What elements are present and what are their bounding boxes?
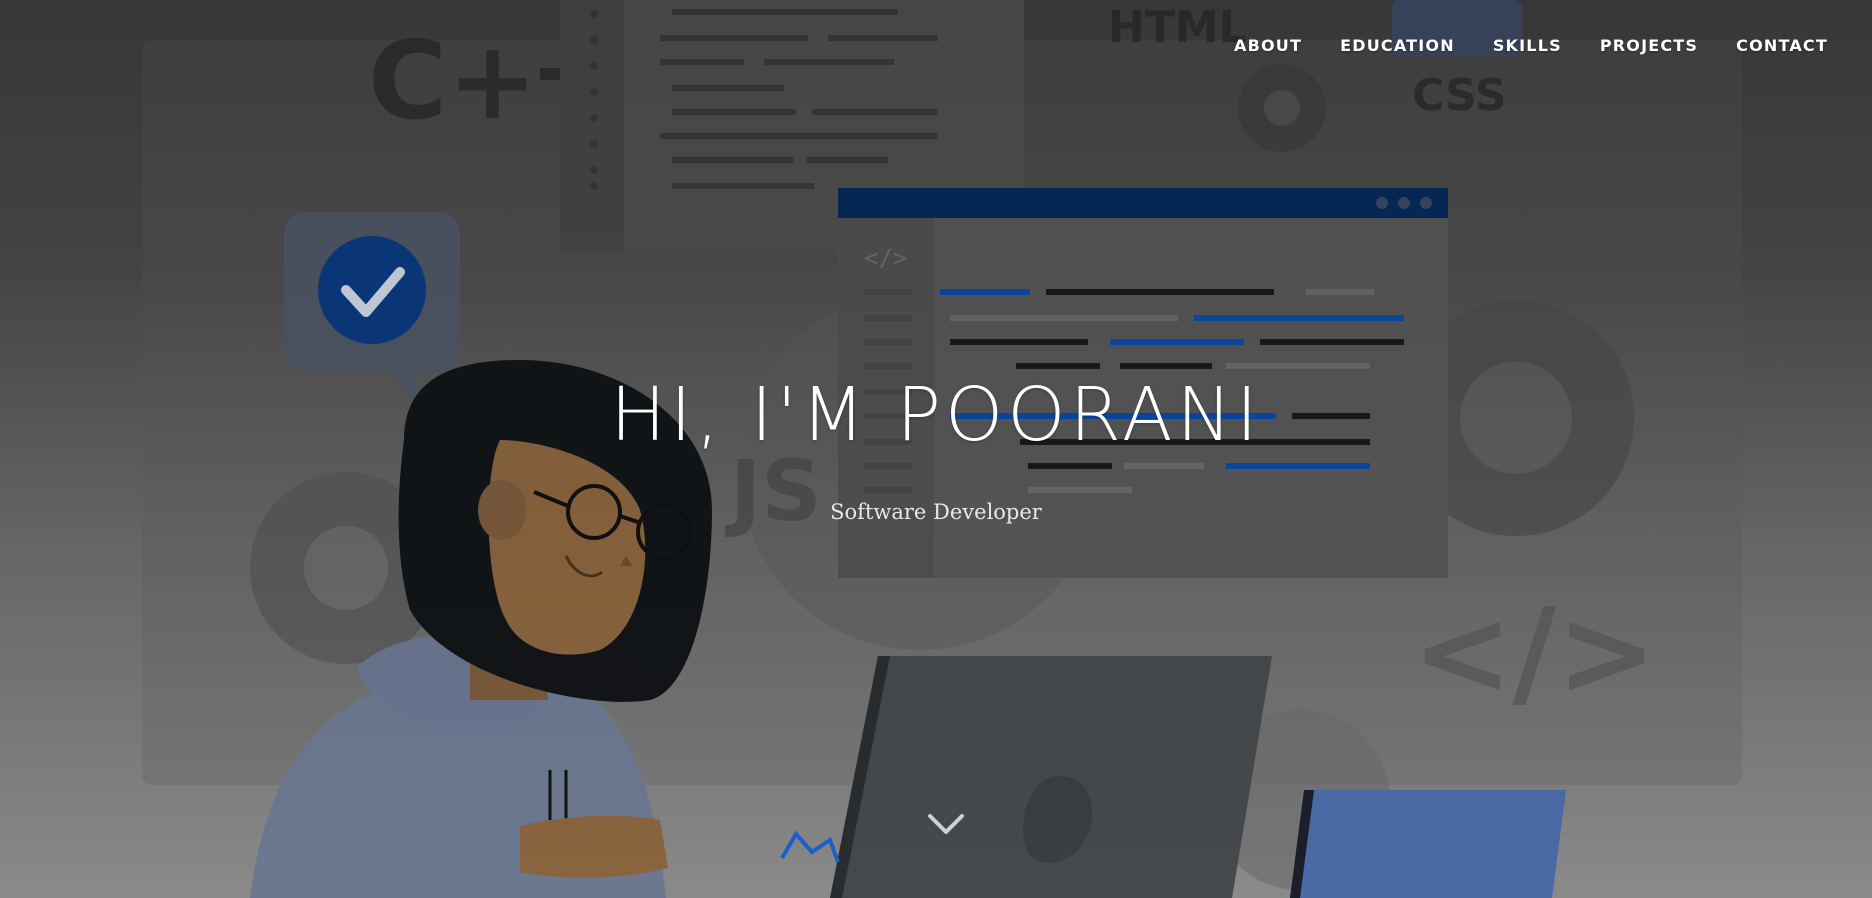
nav-link-skills[interactable]: SKILLS: [1493, 36, 1562, 55]
chevron-down-icon: [928, 814, 964, 834]
html-text: HTML: [1108, 2, 1247, 53]
nav-link-education[interactable]: EDUCATION: [1340, 36, 1455, 55]
gear-icon: [1238, 64, 1326, 152]
laptop: [830, 656, 1272, 898]
main-nav: ABOUT EDUCATION SKILLS PROJECTS CONTACT: [1234, 36, 1828, 55]
css-text: CSS: [1412, 70, 1507, 121]
hero-section: C+ HTML CSS JS </> </> ABOUT EDUCATION S…: [0, 0, 1872, 898]
small-code-tag-text: </>: [864, 244, 907, 272]
code-tag-text: </>: [1412, 584, 1657, 723]
hero-subtitle: Software Developer: [830, 500, 1042, 524]
nav-link-projects[interactable]: PROJECTS: [1600, 36, 1698, 55]
nav-link-about[interactable]: ABOUT: [1234, 36, 1302, 55]
cpp-text: C+: [368, 19, 538, 144]
tablet: [1290, 790, 1566, 898]
hero-title: HI, I'M POORANI: [610, 372, 1262, 458]
scroll-down-button[interactable]: [924, 806, 968, 842]
nav-link-contact[interactable]: CONTACT: [1736, 36, 1828, 55]
